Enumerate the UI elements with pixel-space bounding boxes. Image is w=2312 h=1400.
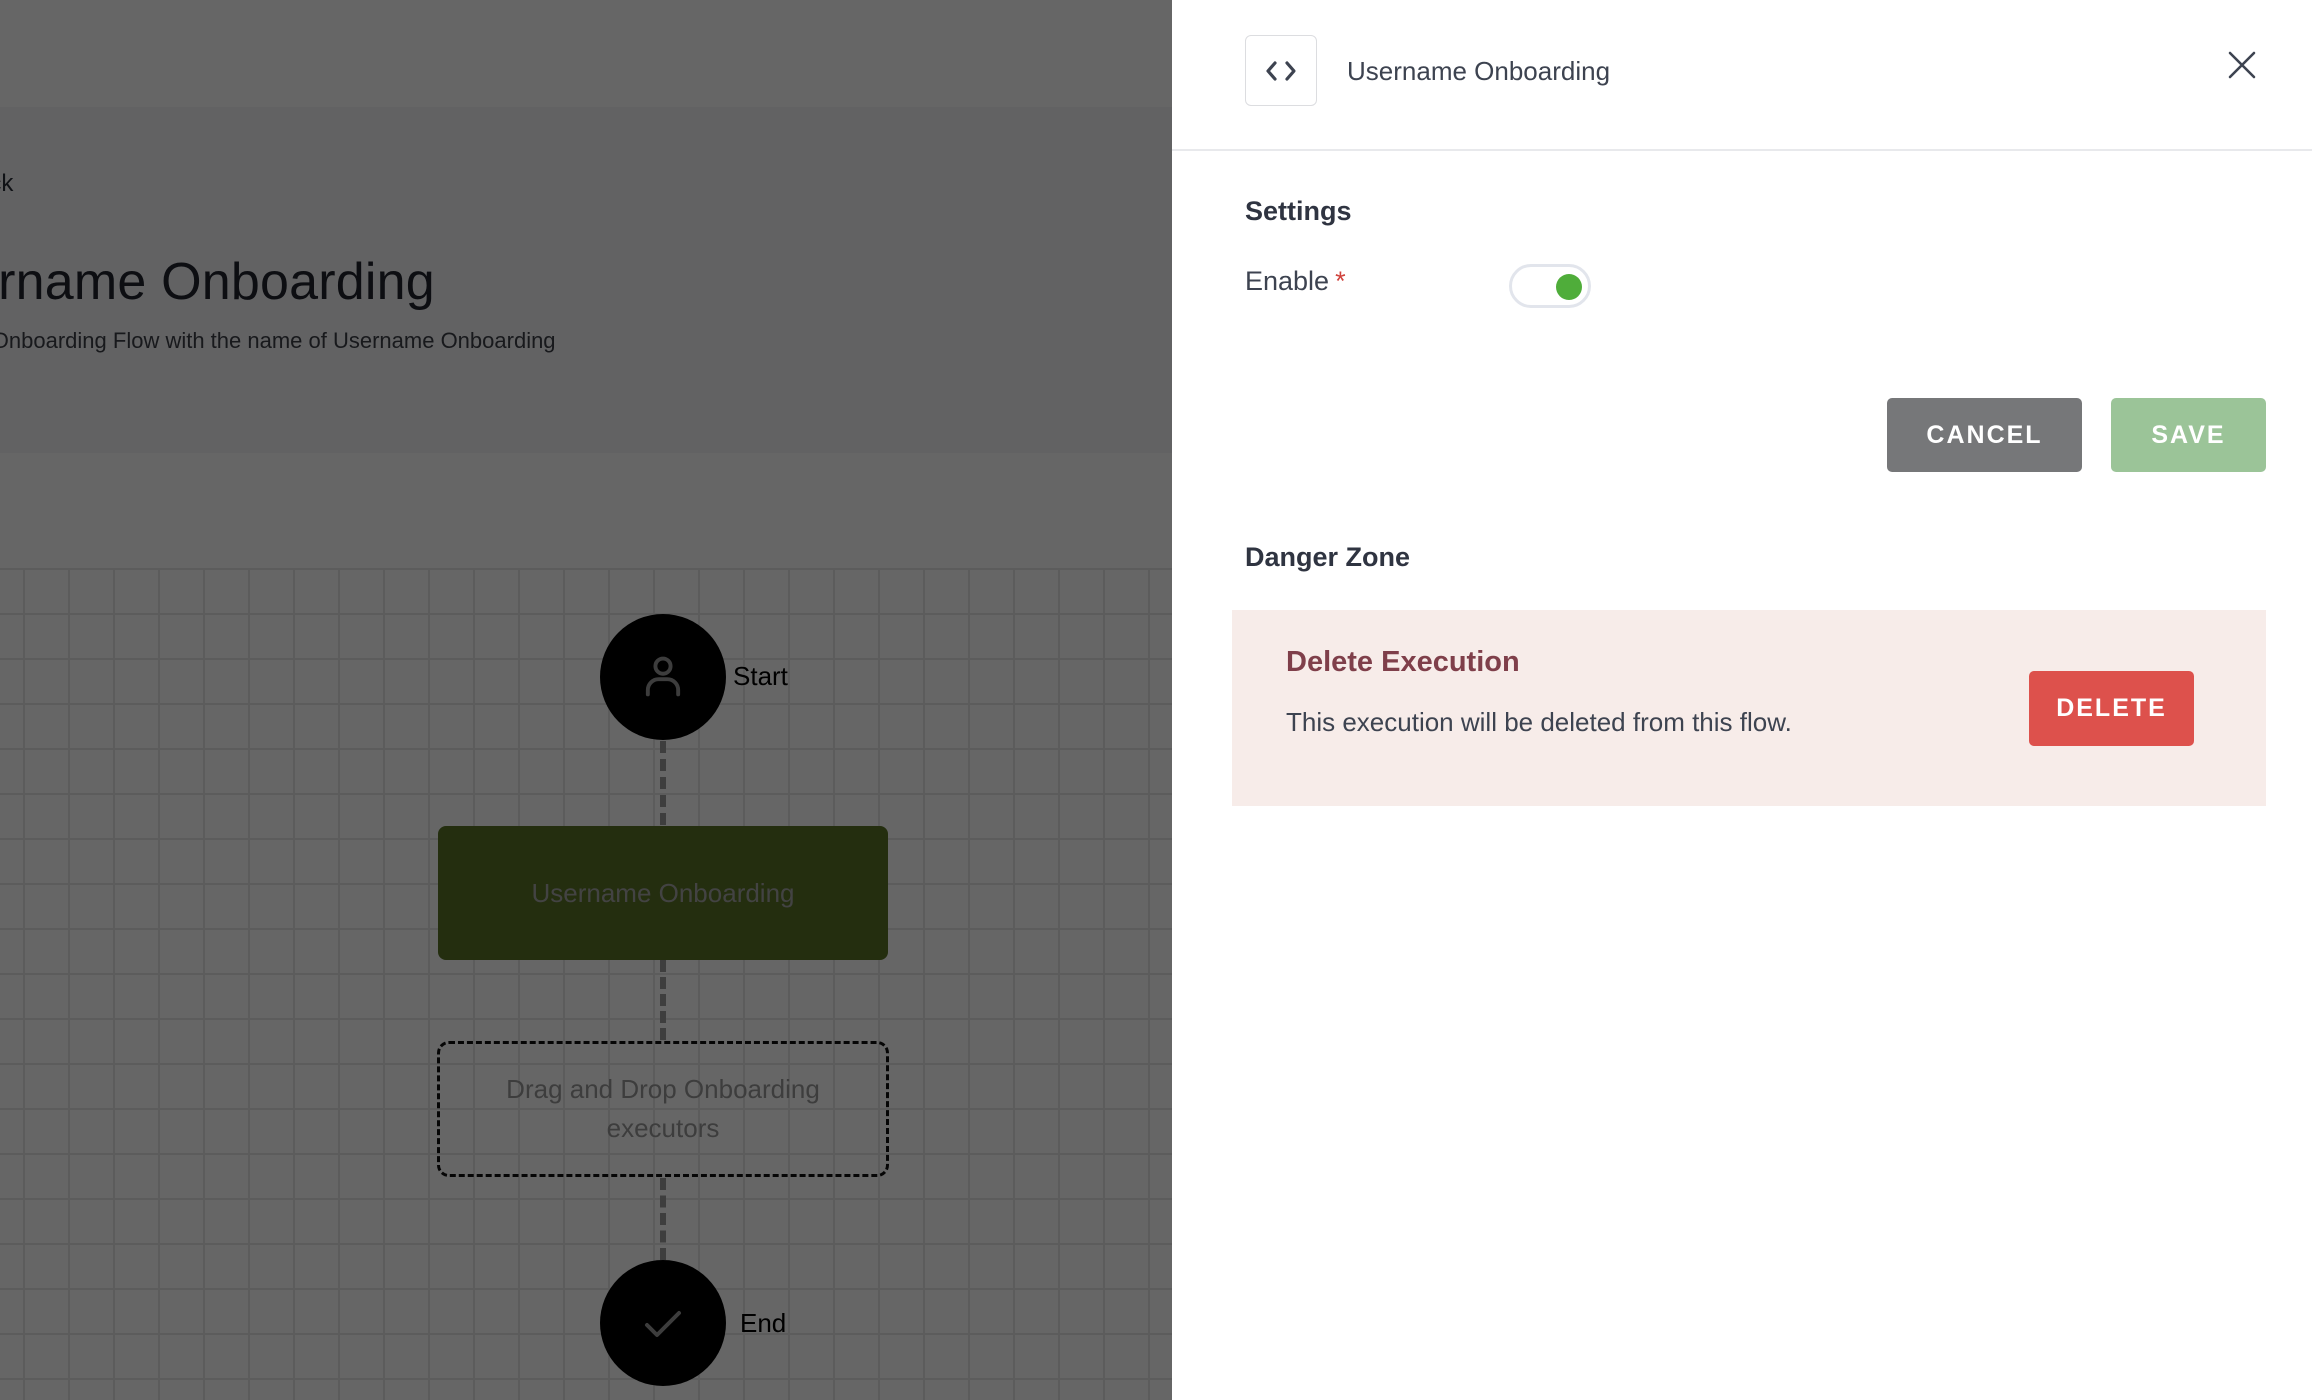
delete-button[interactable]: DELETE <box>2029 671 2194 746</box>
enable-toggle[interactable] <box>1509 264 1591 308</box>
enable-label: Enable * <box>1245 266 1346 297</box>
execution-icon-box <box>1245 35 1317 106</box>
execution-settings-panel: Username Onboarding Settings Enable * CAN… <box>1172 0 2312 1400</box>
danger-zone-title: Danger Zone <box>1245 542 1411 572</box>
panel-header: Username Onboarding <box>1172 0 2312 151</box>
panel-title: Username Onboarding <box>1347 56 1611 86</box>
close-icon <box>2228 51 2256 79</box>
delete-execution-heading: Delete Execution <box>1286 646 1520 678</box>
toggle-knob <box>1556 274 1582 300</box>
settings-section-title: Settings <box>1245 196 1352 226</box>
save-button[interactable]: SAVE <box>2111 398 2266 472</box>
code-icon <box>1266 60 1296 81</box>
modal-backdrop[interactable] <box>0 0 1172 1400</box>
enable-label-text: Enable <box>1245 266 1330 296</box>
close-button[interactable] <box>2222 45 2262 85</box>
danger-zone-box: Delete Execution This execution will be … <box>1232 610 2266 806</box>
delete-execution-description: This execution will be deleted from this… <box>1286 707 1792 737</box>
cancel-button[interactable]: CANCEL <box>1887 398 2082 472</box>
required-marker: * <box>1335 266 1346 296</box>
